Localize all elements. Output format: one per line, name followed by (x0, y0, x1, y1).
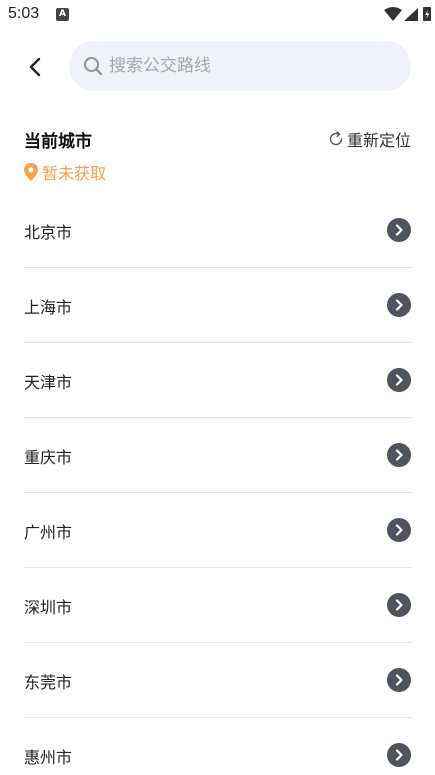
city-row[interactable]: 广州市 (24, 493, 411, 568)
battery-icon (423, 7, 431, 21)
location-status: 暂未获取 (24, 160, 106, 184)
chevron-right-circle-icon (387, 368, 411, 392)
city-name: 深圳市 (24, 598, 73, 617)
relocate-label: 重新定位 (346, 131, 411, 150)
city-name: 惠州市 (24, 748, 73, 767)
chevron-left-icon (29, 57, 41, 77)
city-row[interactable]: 深圳市 (24, 568, 411, 643)
city-row[interactable]: 北京市 (24, 193, 411, 268)
status-bar: 5:03 A (0, 0, 435, 30)
status-time: 5:03 (8, 5, 40, 22)
notification-badge-icon: A (56, 8, 69, 21)
city-row[interactable]: 上海市 (24, 268, 411, 343)
status-indicators (383, 6, 433, 22)
map-pin-icon (24, 163, 38, 181)
wifi-icon (384, 7, 402, 21)
chevron-right-circle-icon (387, 518, 411, 542)
search-box[interactable] (69, 41, 411, 91)
refresh-icon (328, 131, 344, 147)
chevron-right-circle-icon (387, 743, 411, 767)
city-name: 北京市 (24, 223, 73, 242)
city-row[interactable]: 东莞市 (24, 643, 411, 718)
city-row[interactable]: 重庆市 (24, 418, 411, 493)
search-icon (83, 56, 103, 76)
signal-icon (404, 8, 418, 21)
location-status-text: 暂未获取 (42, 164, 107, 183)
back-button[interactable] (20, 52, 50, 82)
city-name: 广州市 (24, 523, 73, 542)
city-list: 北京市 上海市 天津市 重庆市 广州市 深圳市 东莞市 惠州市 (24, 193, 411, 775)
city-name: 上海市 (24, 298, 73, 317)
search-input[interactable] (109, 56, 389, 76)
city-name: 天津市 (24, 373, 73, 392)
city-row[interactable]: 惠州市 (24, 718, 411, 775)
city-name: 东莞市 (24, 673, 73, 692)
chevron-right-circle-icon (387, 593, 411, 617)
chevron-right-circle-icon (387, 293, 411, 317)
relocate-button[interactable]: 重新定位 (328, 127, 411, 151)
chevron-right-circle-icon (387, 443, 411, 467)
city-name: 重庆市 (24, 448, 73, 467)
chevron-right-circle-icon (387, 668, 411, 692)
city-row[interactable]: 天津市 (24, 343, 411, 418)
current-city-title: 当前城市 (24, 132, 92, 152)
city-select-screen: 5:03 A 搜索公交路线 当前城市 重新定位 暂未获取 北京市 上海市 天津市… (0, 0, 435, 775)
chevron-right-circle-icon (387, 218, 411, 242)
